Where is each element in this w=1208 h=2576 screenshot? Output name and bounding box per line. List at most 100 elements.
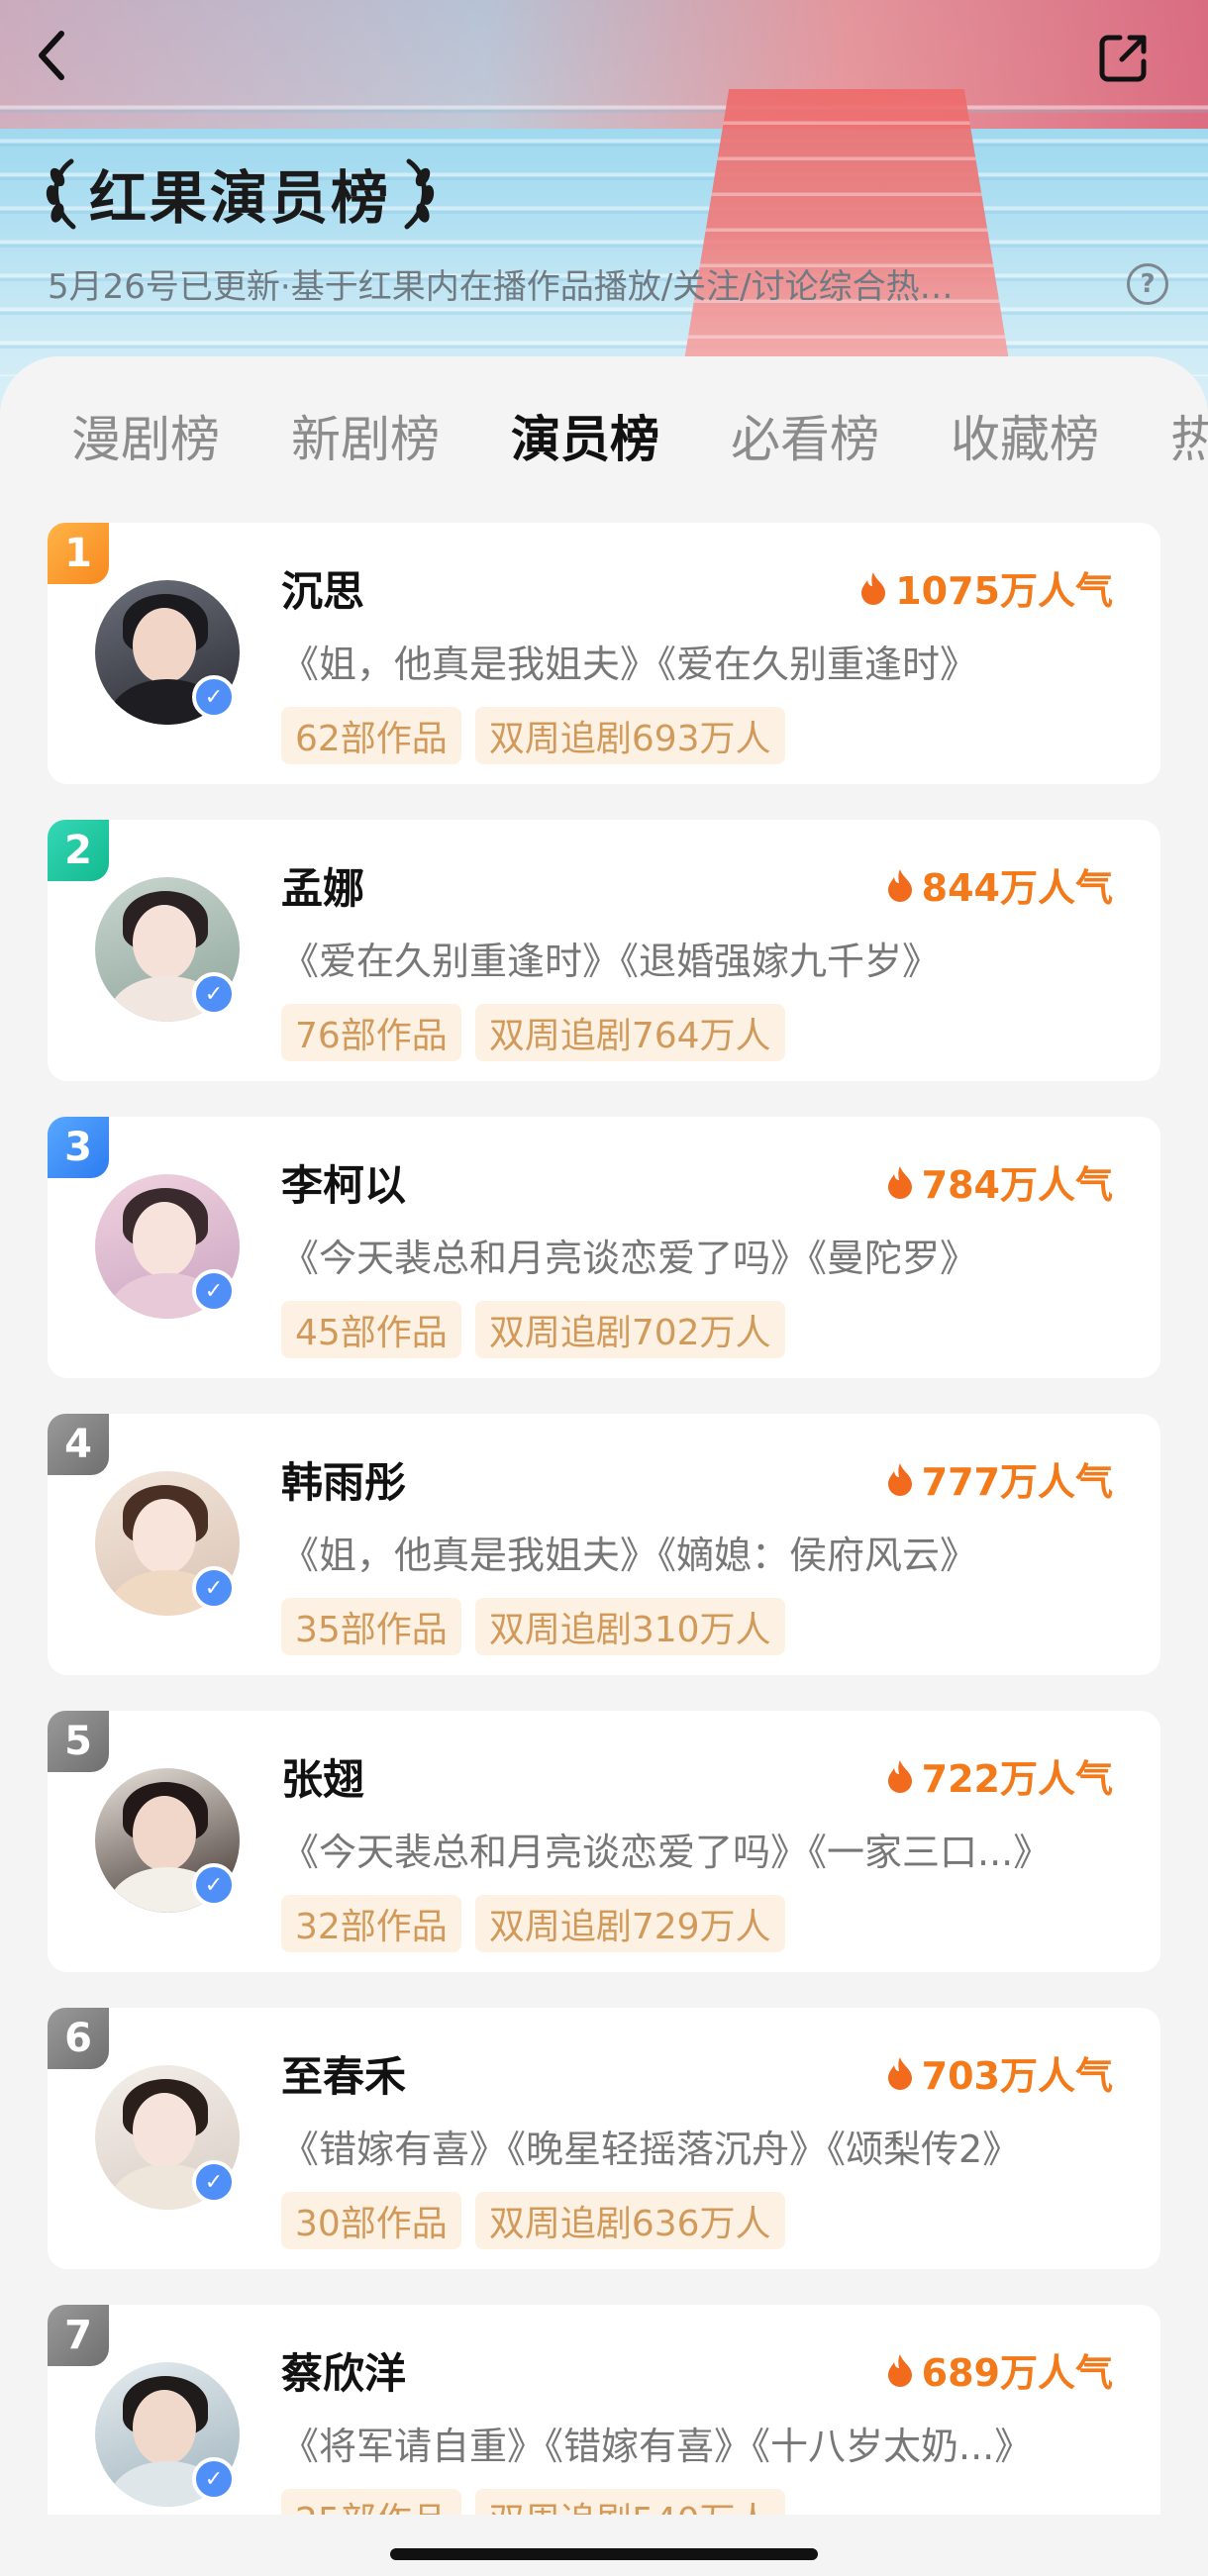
content-sheet: 漫剧榜 新剧榜 演员榜 必看榜 收藏榜 热播 1 ✓ 沉思 1075万人气 — [0, 356, 1208, 2576]
followers-tag: 双周追剧702万人 — [474, 1301, 785, 1358]
actor-name: 张翅 — [281, 1755, 365, 1804]
verified-icon: ✓ — [192, 2457, 236, 2501]
actor-tags: 30部作品 双周追剧636万人 — [281, 2192, 785, 2249]
popularity-value: 1075万人气 — [895, 569, 1113, 613]
work-count-tag: 76部作品 — [281, 1004, 461, 1061]
share-button[interactable] — [1094, 28, 1154, 87]
laurel-left-icon — [46, 158, 76, 230]
ranking-tabs: 漫剧榜 新剧榜 演员榜 必看榜 收藏榜 热播 — [0, 396, 1208, 475]
avatar-face — [133, 2093, 196, 2168]
popularity: 689万人气 — [886, 2342, 1113, 2397]
actor-works: 《今天裴总和月亮谈恋爱了吗》《曼陀罗》 — [281, 1237, 978, 1280]
flame-icon — [861, 571, 886, 605]
back-button[interactable] — [22, 26, 81, 85]
flame-icon — [887, 868, 912, 902]
rank-badge: 3 — [48, 1117, 109, 1178]
followers-tag: 双周追剧693万人 — [474, 707, 785, 764]
avatar-face — [133, 1499, 196, 1574]
laurel-right-icon — [404, 158, 435, 230]
flame-icon — [887, 1165, 912, 1199]
actor-card[interactable]: 4 ✓ 韩雨彤 777万人气 《姐，他真是我姐夫》《嫡媳：侯府风云》 35部作品… — [48, 1414, 1160, 1675]
actor-tags: 45部作品 双周追剧702万人 — [281, 1301, 785, 1358]
flame-icon — [887, 2056, 912, 2090]
popularity: 844万人气 — [886, 857, 1113, 912]
bottom-bar — [0, 2515, 1208, 2576]
popularity-value: 722万人气 — [921, 1757, 1113, 1801]
work-count-tag: 62部作品 — [281, 707, 461, 764]
tab-comic-drama[interactable]: 漫剧榜 — [71, 400, 220, 471]
actor-card[interactable]: 5 ✓ 张翅 722万人气 《今天裴总和月亮谈恋爱了吗》《一家三口...》 32… — [48, 1711, 1160, 1972]
page-title-wrap: 红果演员榜 — [44, 149, 437, 238]
page-subtitle: 5月26号已更新·基于红果内在播作品播放/关注/讨论综合热… — [48, 267, 954, 307]
work-count-tag: 32部作品 — [281, 1895, 461, 1952]
avatar-face — [133, 905, 196, 980]
actor-name: 至春禾 — [281, 2052, 407, 2101]
tab-hot[interactable]: 热播 — [1170, 400, 1208, 471]
rank-badge: 4 — [48, 1414, 109, 1475]
avatar-face — [133, 1796, 196, 1871]
actor-name: 李柯以 — [281, 1161, 407, 1210]
page-title: 红果演员榜 — [89, 164, 392, 232]
actor-works: 《今天裴总和月亮谈恋爱了吗》《一家三口...》 — [281, 1831, 1052, 1874]
popularity-value: 703万人气 — [921, 2054, 1113, 2098]
actor-works: 《爱在久别重逢时》《退婚强嫁九千岁》 — [281, 940, 941, 983]
actor-card[interactable]: 1 ✓ 沉思 1075万人气 《姐，他真是我姐夫》《爱在久别重逢时》 62部作品… — [48, 523, 1160, 784]
actor-tags: 35部作品 双周追剧310万人 — [281, 1598, 785, 1655]
page: 红果演员榜 5月26号已更新·基于红果内在播作品播放/关注/讨论综合热… ? 漫… — [0, 0, 1208, 2576]
popularity: 784万人气 — [886, 1154, 1113, 1209]
popularity-value: 777万人气 — [921, 1460, 1113, 1504]
tab-must-watch[interactable]: 必看榜 — [731, 400, 879, 471]
actor-name: 蔡欣洋 — [281, 2349, 407, 2398]
home-indicator[interactable] — [390, 2548, 818, 2560]
avatar-face — [133, 1202, 196, 1277]
verified-icon: ✓ — [192, 1566, 236, 1610]
work-count-tag: 35部作品 — [281, 1598, 461, 1655]
avatar-face — [133, 608, 196, 683]
actor-name: 韩雨彤 — [281, 1458, 407, 1507]
flame-icon — [887, 1759, 912, 1793]
actor-tags: 62部作品 双周追剧693万人 — [281, 707, 785, 764]
rank-badge: 1 — [48, 523, 109, 584]
actor-list: 1 ✓ 沉思 1075万人气 《姐，他真是我姐夫》《爱在久别重逢时》 62部作品… — [48, 523, 1160, 2576]
share-icon — [1099, 35, 1147, 82]
flame-icon — [887, 1462, 912, 1496]
actor-works: 《姐，他真是我姐夫》《嫡媳：侯府风云》 — [281, 1534, 978, 1577]
actor-card[interactable]: 3 ✓ 李柯以 784万人气 《今天裴总和月亮谈恋爱了吗》《曼陀罗》 45部作品… — [48, 1117, 1160, 1378]
actor-works: 《错嫁有喜》《晚星轻摇落沉舟》《颂梨传2》 — [281, 2128, 1021, 2171]
popularity-value: 844万人气 — [921, 866, 1113, 910]
popularity-value: 784万人气 — [921, 1163, 1113, 1207]
avatar-face — [133, 2390, 196, 2465]
verified-icon: ✓ — [192, 1863, 236, 1907]
followers-tag: 双周追剧636万人 — [474, 2192, 785, 2249]
tab-new-drama[interactable]: 新剧榜 — [291, 400, 440, 471]
tab-favorites[interactable]: 收藏榜 — [951, 400, 1099, 471]
rank-badge: 2 — [48, 820, 109, 881]
actor-card[interactable]: 6 ✓ 至春禾 703万人气 《错嫁有喜》《晚星轻摇落沉舟》《颂梨传2》 30部… — [48, 2008, 1160, 2269]
actor-works: 《将军请自重》《错嫁有喜》《十八岁太奶...》 — [281, 2425, 1033, 2468]
popularity: 777万人气 — [886, 1451, 1113, 1506]
verified-icon: ✓ — [192, 2160, 236, 2204]
actor-name: 沉思 — [281, 567, 365, 616]
rank-badge: 7 — [48, 2305, 109, 2366]
popularity: 703万人气 — [886, 2045, 1113, 2100]
verified-icon: ✓ — [192, 972, 236, 1016]
help-icon[interactable]: ? — [1127, 263, 1168, 305]
red-carpet-steps — [683, 89, 1010, 366]
work-count-tag: 30部作品 — [281, 2192, 461, 2249]
popularity-value: 689万人气 — [921, 2351, 1113, 2395]
followers-tag: 双周追剧764万人 — [474, 1004, 785, 1061]
work-count-tag: 45部作品 — [281, 1301, 461, 1358]
followers-tag: 双周追剧729万人 — [474, 1895, 785, 1952]
verified-icon: ✓ — [192, 1269, 236, 1313]
actor-tags: 76部作品 双周追剧764万人 — [281, 1004, 785, 1061]
rank-badge: 5 — [48, 1711, 109, 1772]
back-arrow-icon — [39, 31, 64, 80]
tab-actors[interactable]: 演员榜 — [511, 400, 659, 471]
actor-card[interactable]: 2 ✓ 孟娜 844万人气 《爱在久别重逢时》《退婚强嫁九千岁》 76部作品 双… — [48, 820, 1160, 1081]
flame-icon — [887, 2353, 912, 2387]
actor-name: 孟娜 — [281, 864, 365, 913]
verified-icon: ✓ — [192, 675, 236, 719]
popularity: 1075万人气 — [859, 560, 1113, 615]
rank-badge: 6 — [48, 2008, 109, 2069]
popularity: 722万人气 — [886, 1748, 1113, 1803]
